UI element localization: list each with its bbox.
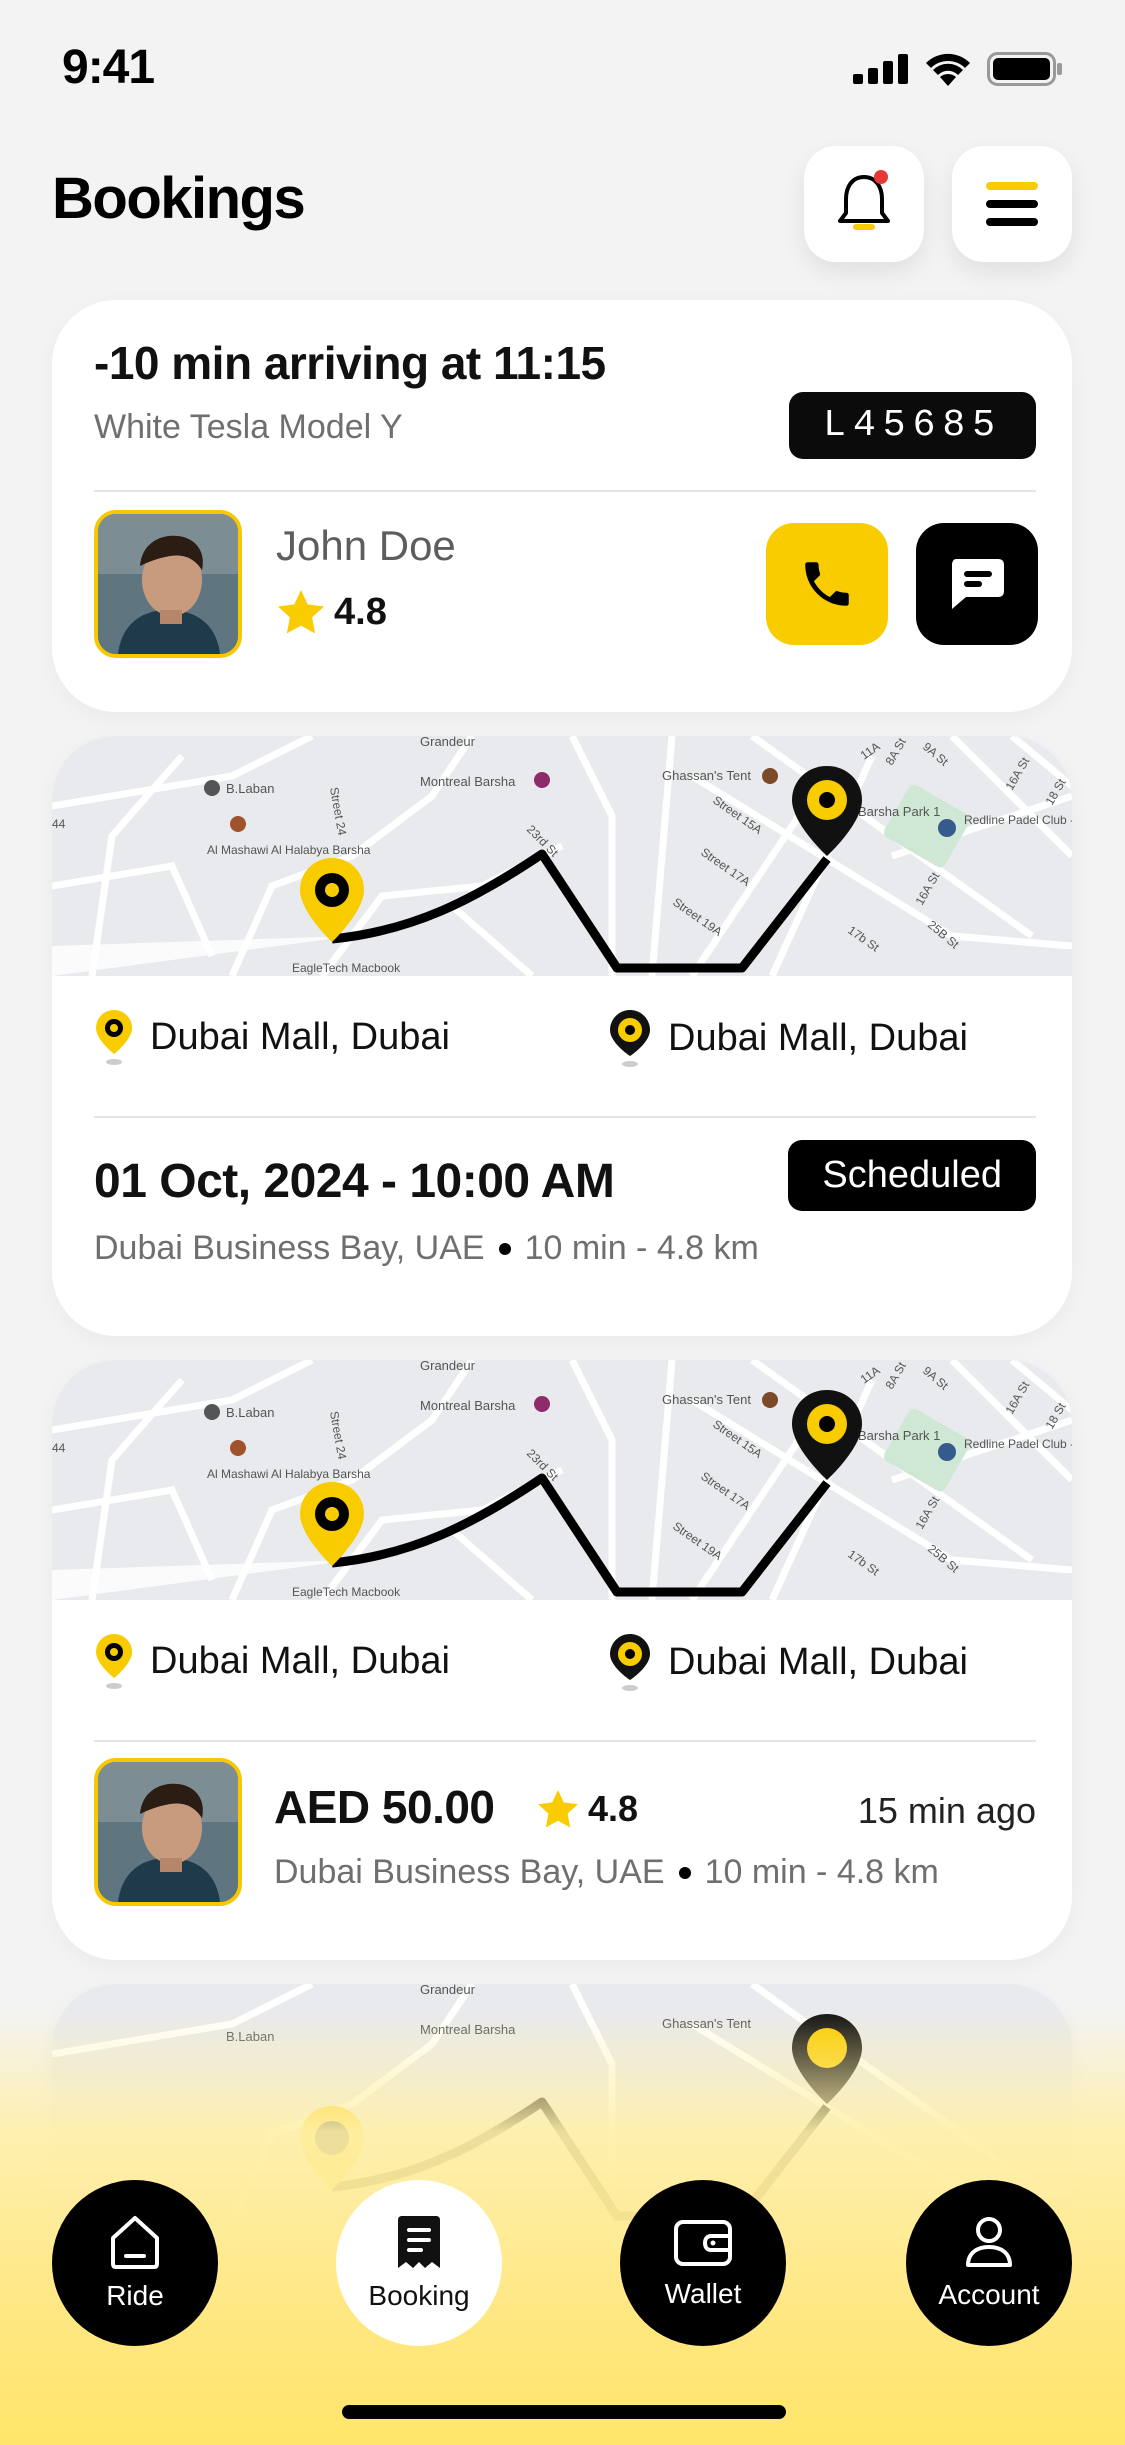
map-label: Montreal Barsha <box>420 774 516 789</box>
map-label: Barsha Park 1 <box>858 1428 940 1443</box>
map-label: Al Mashawi Al Halabya Barsha <box>207 843 371 857</box>
arrival-eta: -10 min arriving at 11:15 <box>94 337 606 389</box>
map-label: Ghassan's Tent <box>662 768 751 783</box>
dropoff-location: Dubai Mall, Dubai <box>608 1632 968 1692</box>
fare-price: AED 50.00 <box>274 1781 495 1833</box>
route-map[interactable]: Grandeur B.Laban Al Mashawi Al Halabya B… <box>52 736 1072 976</box>
map-label: EagleTech Macbook <box>292 1585 401 1599</box>
star-icon <box>278 590 324 634</box>
driver-card[interactable]: -10 min arriving at 11:15 White Tesla Mo… <box>52 300 1072 712</box>
booking-area: Dubai Business Bay, UAE <box>274 1853 665 1891</box>
booking-card-completed[interactable]: Grandeur B.Laban Al Mashawi Al Halabya B… <box>52 1360 1072 1960</box>
trip-rating: 4.8 <box>538 1788 638 1830</box>
map-label: Montreal Barsha <box>420 1398 516 1413</box>
map-label: 44 <box>52 817 66 831</box>
signal-icon <box>853 54 908 84</box>
divider <box>94 1740 1036 1742</box>
nav-label: Wallet <box>664 2278 742 2309</box>
driver-avatar <box>94 1758 242 1906</box>
time-ago: 15 min ago <box>857 1790 1036 1831</box>
dropoff-pin-icon <box>610 1634 650 1691</box>
rating-value: 4.8 <box>334 590 387 633</box>
pickup-text: Dubai Mall, Dubai <box>150 1015 450 1058</box>
dropoff-text: Dubai Mall, Dubai <box>668 1640 968 1683</box>
nav-booking[interactable]: Booking <box>336 2180 502 2346</box>
phone-icon <box>805 562 849 606</box>
booking-meta: Dubai Business Bay, UAE 10 min - 4.8 km <box>274 1853 939 1892</box>
driver-photo <box>98 1762 238 1902</box>
star-icon <box>538 1790 578 1828</box>
user-icon <box>966 2217 1012 2267</box>
wallet-icon <box>674 2220 732 2266</box>
chat-icon <box>952 559 1004 609</box>
status-icons <box>853 52 1063 86</box>
dropoff-pin-icon <box>610 1010 650 1067</box>
hamburger-menu-icon <box>986 182 1038 226</box>
divider <box>94 1116 1036 1118</box>
page-title: Bookings <box>52 166 306 231</box>
pickup-text: Dubai Mall, Dubai <box>150 1639 450 1682</box>
map-label: Ghassan's Tent <box>662 1392 751 1407</box>
separator-dot <box>678 1866 691 1879</box>
home-indicator <box>342 2405 786 2419</box>
bell-icon <box>838 170 890 230</box>
rating-value: 4.8 <box>588 1788 639 1829</box>
nav-label: Account <box>938 2279 1040 2310</box>
nav-label: Ride <box>106 2280 164 2311</box>
route-locations: Dubai Mall, Dubai Dubai Mall, Dubai <box>52 984 1072 1094</box>
map-label: Redline Padel Club - Al Barsha <box>964 813 1072 827</box>
pickup-pin-icon <box>96 1634 132 1689</box>
battery-icon <box>987 52 1062 86</box>
driver-rating: 4.8 <box>278 590 387 634</box>
booking-trip: 10 min - 4.8 km <box>704 1853 939 1891</box>
nav-ride[interactable]: Ride <box>52 2180 218 2346</box>
map-graphic: Grandeur B.Laban Al Mashawi Al Halabya B… <box>52 736 1072 976</box>
route-map[interactable]: Grandeur B.Laban Al Mashawi Al Halabya B… <box>52 1360 1072 1600</box>
booking-area: Dubai Business Bay, UAE <box>94 1229 485 1267</box>
nav-wallet[interactable]: Wallet <box>620 2180 786 2346</box>
notifications-button[interactable] <box>804 146 924 262</box>
dropoff-location: Dubai Mall, Dubai <box>608 1008 968 1068</box>
map-label: Redline Padel Club - Al Barsha <box>964 1437 1072 1451</box>
map-label: B.Laban <box>226 781 274 796</box>
home-icon <box>111 2216 159 2269</box>
license-plate: L45685 <box>789 392 1036 459</box>
driver-name: John Doe <box>276 522 456 569</box>
booking-card-scheduled[interactable]: Grandeur B.Laban Al Mashawi Al Halabya B… <box>52 736 1072 1336</box>
receipt-icon <box>398 2216 440 2268</box>
status-time: 9:41 <box>62 41 155 94</box>
driver-avatar <box>94 510 242 658</box>
map-label: Grandeur <box>420 1984 476 1997</box>
wifi-icon <box>926 53 970 86</box>
separator-dot <box>498 1242 511 1255</box>
car-model: White Tesla Model Y <box>94 408 403 446</box>
map-label: Grandeur <box>420 1360 476 1373</box>
map-label: 44 <box>52 1441 66 1455</box>
pickup-location: Dubai Mall, Dubai <box>94 1632 450 1690</box>
map-label: EagleTech Macbook <box>292 961 401 975</box>
map-label: B.Laban <box>226 1405 274 1420</box>
nav-account[interactable]: Account <box>906 2180 1072 2346</box>
status-badge: Scheduled <box>788 1140 1036 1211</box>
call-driver-button[interactable] <box>766 523 888 645</box>
divider <box>94 490 1036 492</box>
booking-datetime: 01 Oct, 2024 - 10:00 AM <box>94 1155 615 1208</box>
booking-meta: Dubai Business Bay, UAE 10 min - 4.8 km <box>94 1229 759 1268</box>
route-locations: Dubai Mall, Dubai Dubai Mall, Dubai <box>52 1608 1072 1718</box>
booking-trip: 10 min - 4.8 km <box>524 1229 759 1267</box>
pickup-pin-icon <box>96 1010 132 1065</box>
nav-label: Booking <box>368 2280 470 2311</box>
pickup-location: Dubai Mall, Dubai <box>94 1008 450 1066</box>
driver-photo <box>98 514 238 654</box>
map-label: Al Mashawi Al Halabya Barsha <box>207 1467 371 1481</box>
map-label: Barsha Park 1 <box>858 804 940 819</box>
dropoff-text: Dubai Mall, Dubai <box>668 1016 968 1059</box>
message-driver-button[interactable] <box>916 523 1038 645</box>
map-label: Grandeur <box>420 736 476 749</box>
menu-button[interactable] <box>952 146 1072 262</box>
status-bar: 9:41 <box>0 0 1125 140</box>
map-graphic: Grandeur B.Laban Al Mashawi Al Halabya B… <box>52 1360 1072 1600</box>
